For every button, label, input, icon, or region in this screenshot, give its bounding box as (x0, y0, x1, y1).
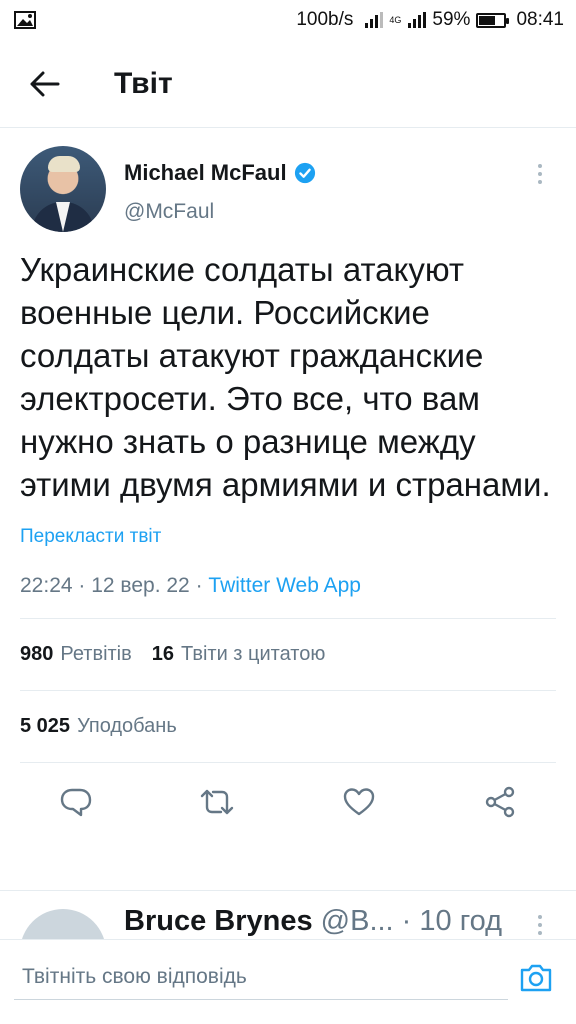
tweet: Michael McFaul @McFaul Украинские солдат… (0, 128, 576, 841)
reply-icon (60, 788, 92, 817)
retweets-label: Ретвітів (60, 643, 132, 665)
share-button[interactable] (480, 782, 520, 822)
compose-bar (0, 940, 576, 1024)
reply-author-name: Bruce Brynes (124, 905, 313, 937)
translate-link[interactable]: Перекласти твіт (20, 526, 161, 548)
reply-author-handle: @B... (320, 905, 394, 937)
status-right: 100b/s 4G 59% 08:41 (296, 9, 564, 31)
meta-separator: · (72, 574, 92, 597)
author-handle[interactable]: @McFaul (124, 200, 316, 224)
battery-percent: 59% (432, 9, 471, 30)
likes-stats-row: 5 025 Уподобань (20, 691, 556, 763)
tweet-date: 12 вер. 22 (91, 574, 190, 597)
tweet-time: 22:24 (20, 574, 73, 597)
reply-button[interactable] (56, 782, 96, 822)
like-icon (343, 788, 374, 816)
reply-more-options-icon[interactable] (530, 913, 550, 937)
reply-input[interactable] (14, 954, 508, 1000)
signal-icon-2 (408, 12, 427, 28)
retweets-stat[interactable]: 980 Ретвітів (20, 643, 132, 666)
back-arrow-icon (30, 71, 60, 96)
likes-stat[interactable]: 5 025 Уподобань (20, 715, 177, 738)
author-name: Michael McFaul (124, 160, 287, 185)
author-names: Michael McFaul @McFaul (124, 146, 316, 224)
quotes-stat[interactable]: 16 Твіти з цитатою (152, 643, 326, 666)
header: Твіт (0, 40, 576, 128)
status-bar: 100b/s 4G 59% 08:41 (0, 0, 576, 40)
avatar[interactable] (20, 146, 106, 232)
retweet-stats-row: 980 Ретвітів 16 Твіти з цитатою (20, 619, 556, 691)
tweet-source-link[interactable]: Twitter Web App (208, 574, 361, 597)
likes-label: Уподобань (77, 715, 177, 737)
more-options-icon[interactable] (530, 162, 550, 186)
network-type: 4G (389, 15, 402, 25)
action-bar (20, 763, 556, 841)
clock: 08:41 (516, 9, 564, 30)
share-icon (485, 786, 515, 818)
author-row: Michael McFaul @McFaul (20, 128, 556, 232)
network-speed: 100b/s (296, 9, 354, 30)
verified-badge-icon (294, 162, 315, 184)
reply-avatar[interactable] (20, 909, 106, 940)
author-name-row[interactable]: Michael McFaul (124, 160, 316, 186)
like-button[interactable] (339, 782, 379, 822)
retweets-count: 980 (20, 643, 54, 665)
image-icon (14, 11, 36, 29)
quotes-count: 16 (151, 643, 175, 665)
tweet-meta: 22:24 · 12 вер. 22 · Twitter Web App (20, 574, 556, 619)
back-button[interactable] (0, 40, 90, 128)
retweet-button[interactable] (197, 782, 237, 822)
camera-icon[interactable] (518, 962, 554, 994)
signal-icon (365, 12, 384, 28)
retweet-icon (201, 789, 234, 815)
likes-count: 5 025 (20, 715, 71, 737)
battery-icon (476, 12, 510, 28)
tweet-text: Украинские солдаты атакуют военные цели.… (20, 251, 551, 503)
quotes-label: Твіти з цитатою (181, 643, 326, 665)
reply-separator: · (401, 905, 420, 937)
reply-time: 10 год (419, 905, 503, 937)
reply-header: Bruce Brynes @B... · 10 год (124, 905, 502, 938)
page-title: Твіт (114, 66, 173, 100)
reply-preview[interactable]: Bruce Brynes @B... · 10 год (0, 890, 576, 940)
meta-separator: · (189, 574, 209, 597)
status-left (14, 11, 36, 29)
